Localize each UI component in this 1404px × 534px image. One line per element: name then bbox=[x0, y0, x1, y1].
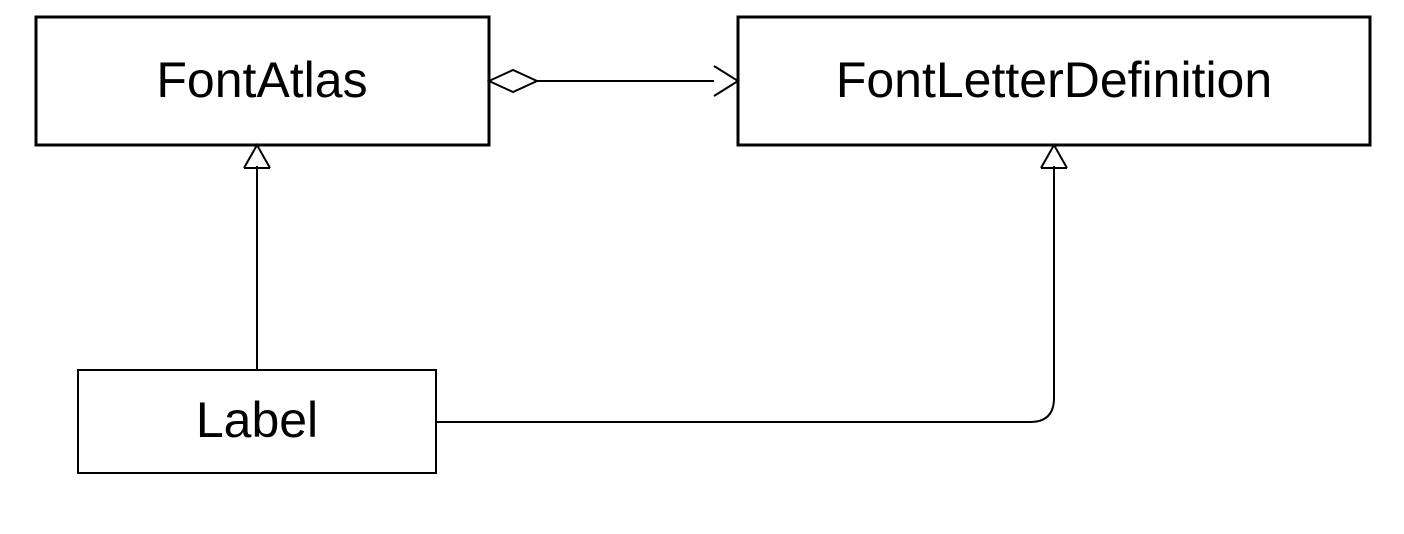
label-label: Label bbox=[196, 392, 318, 448]
fontatlas-label: FontAtlas bbox=[156, 52, 367, 108]
edge-label-to-fontletterdefinition bbox=[436, 145, 1067, 422]
fontletterdefinition-label: FontLetterDefinition bbox=[836, 52, 1272, 108]
node-fontletterdefinition: FontLetterDefinition bbox=[738, 17, 1370, 145]
uml-diagram: FontAtlas FontLetterDefinition Label bbox=[0, 0, 1404, 534]
node-label: Label bbox=[78, 370, 436, 473]
node-fontatlas: FontAtlas bbox=[36, 17, 489, 145]
edge-label-to-fontatlas bbox=[244, 145, 270, 370]
edge-aggregation bbox=[489, 66, 738, 96]
